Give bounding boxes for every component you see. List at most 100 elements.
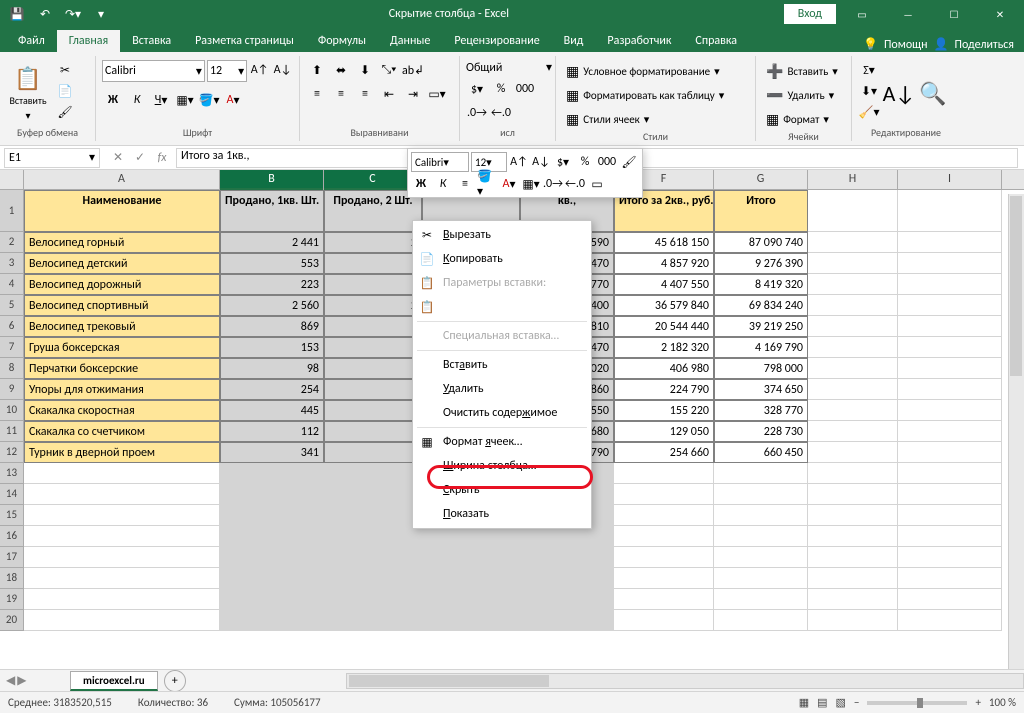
cell[interactable] xyxy=(220,526,324,547)
cell[interactable]: 2 xyxy=(324,232,422,253)
view-normal-icon[interactable]: ▦ xyxy=(799,696,809,709)
cell[interactable] xyxy=(24,505,220,526)
col-header-h[interactable]: H xyxy=(808,170,898,189)
align-bottom-icon[interactable]: ⬇ xyxy=(354,60,376,80)
cell[interactable] xyxy=(422,610,520,631)
cell[interactable]: 39 219 250 xyxy=(714,316,808,337)
cell[interactable] xyxy=(520,589,614,610)
cell[interactable] xyxy=(614,568,714,589)
percent-icon[interactable]: % xyxy=(490,79,512,99)
row-header[interactable]: 18 xyxy=(0,568,24,589)
wrap-text-icon[interactable]: ab↲ xyxy=(402,60,424,80)
cell[interactable] xyxy=(714,484,808,505)
cell[interactable] xyxy=(24,568,220,589)
row-header[interactable]: 6 xyxy=(0,316,24,337)
fill-color-icon[interactable]: 🪣▾ xyxy=(198,90,220,110)
mini-decrease-font-icon[interactable]: A↓ xyxy=(531,152,551,172)
delete-cells-button[interactable]: ➖Удалить▾ xyxy=(762,84,845,106)
cell[interactable] xyxy=(714,610,808,631)
cell[interactable] xyxy=(808,526,898,547)
col-header-g[interactable]: G xyxy=(714,170,808,189)
cell[interactable] xyxy=(808,610,898,631)
row-header[interactable]: 20 xyxy=(0,610,24,631)
cell[interactable] xyxy=(220,568,324,589)
row-header[interactable]: 8 xyxy=(0,358,24,379)
zoom-out-icon[interactable]: − xyxy=(854,696,859,709)
font-size-combo[interactable]: 12▾ xyxy=(207,60,247,82)
mini-italic-icon[interactable]: К xyxy=(433,174,453,194)
cell[interactable] xyxy=(898,484,1002,505)
cell[interactable]: 223 xyxy=(220,274,324,295)
cell[interactable]: 112 xyxy=(220,421,324,442)
cell[interactable] xyxy=(898,526,1002,547)
share-icon[interactable]: 👤 xyxy=(934,37,949,52)
cell[interactable]: Турник в дверной проем xyxy=(24,442,220,463)
cancel-formula-icon[interactable]: ✕ xyxy=(108,148,128,168)
tab-help[interactable]: Справка xyxy=(683,30,749,52)
cell[interactable] xyxy=(24,547,220,568)
cell[interactable] xyxy=(520,568,614,589)
sheet-nav-next-icon[interactable]: ▶ xyxy=(17,673,26,688)
mini-align-icon[interactable]: ≡ xyxy=(455,174,475,194)
cell[interactable] xyxy=(614,484,714,505)
increase-decimal-icon[interactable]: .0→ xyxy=(466,103,488,123)
mini-merge-icon[interactable]: ▭ xyxy=(587,174,607,194)
italic-icon[interactable]: К xyxy=(126,90,148,110)
cell[interactable] xyxy=(324,505,422,526)
number-format-combo[interactable]: Общий▾ xyxy=(466,60,552,75)
cell[interactable]: 660 450 xyxy=(714,442,808,463)
cell[interactable] xyxy=(324,337,422,358)
mini-dec-dec-icon[interactable]: ←.0 xyxy=(565,174,585,194)
decrease-font-icon[interactable]: A↓ xyxy=(272,60,293,80)
zoom-level[interactable]: 100 % xyxy=(989,696,1016,709)
cell[interactable] xyxy=(898,547,1002,568)
cell[interactable] xyxy=(808,295,898,316)
merge-icon[interactable]: ▭▾ xyxy=(426,84,448,104)
maximize-icon[interactable]: ☐ xyxy=(934,0,974,28)
row-header[interactable]: 9 xyxy=(0,379,24,400)
cell[interactable]: 98 xyxy=(220,358,324,379)
cm-cut[interactable]: ✂Вырезать xyxy=(413,223,591,247)
cell[interactable] xyxy=(324,316,422,337)
cell[interactable]: 2 560 xyxy=(220,295,324,316)
row-header[interactable]: 16 xyxy=(0,526,24,547)
cell[interactable]: 2 xyxy=(324,295,422,316)
cell[interactable]: 798 000 xyxy=(714,358,808,379)
cell[interactable]: 406 980 xyxy=(614,358,714,379)
tab-pagelayout[interactable]: Разметка страницы xyxy=(183,30,306,52)
cell[interactable]: 341 xyxy=(220,442,324,463)
cell[interactable] xyxy=(614,610,714,631)
add-sheet-button[interactable]: + xyxy=(164,670,186,692)
cell[interactable]: Велосипед горный xyxy=(24,232,220,253)
col-header-i[interactable]: I xyxy=(898,170,1002,189)
mini-painter-icon[interactable]: 🖌 xyxy=(619,152,639,172)
cell[interactable]: 9 276 390 xyxy=(714,253,808,274)
row-header[interactable]: 2 xyxy=(0,232,24,253)
cell[interactable]: Велосипед спортивный xyxy=(24,295,220,316)
mini-border-icon[interactable]: ▦▾ xyxy=(521,174,541,194)
view-pagelayout-icon[interactable]: ▤ xyxy=(817,696,827,709)
cm-format-cells[interactable]: ▦Формат ячеек… xyxy=(413,430,591,454)
cell[interactable] xyxy=(614,463,714,484)
cell[interactable]: 69 834 240 xyxy=(714,295,808,316)
cell[interactable]: 2 182 320 xyxy=(614,337,714,358)
row-header[interactable]: 10 xyxy=(0,400,24,421)
cell[interactable] xyxy=(324,610,422,631)
cell[interactable] xyxy=(808,442,898,463)
row-header[interactable]: 14 xyxy=(0,484,24,505)
cell[interactable]: 36 579 840 xyxy=(614,295,714,316)
cell[interactable] xyxy=(808,568,898,589)
borders-icon[interactable]: ▦▾ xyxy=(174,90,196,110)
cell[interactable] xyxy=(808,190,898,232)
cell[interactable]: Велосипед детский xyxy=(24,253,220,274)
undo-icon[interactable]: ↶ xyxy=(32,1,58,27)
cell[interactable] xyxy=(24,463,220,484)
mini-bold-icon[interactable]: Ж xyxy=(411,174,431,194)
row-header[interactable]: 7 xyxy=(0,337,24,358)
row-header[interactable]: 19 xyxy=(0,589,24,610)
cell[interactable]: Велосипед трековый xyxy=(24,316,220,337)
cell[interactable] xyxy=(898,505,1002,526)
autosum-icon[interactable]: Σ▾ xyxy=(858,60,880,80)
cell[interactable] xyxy=(808,505,898,526)
currency-icon[interactable]: $▾ xyxy=(466,79,488,99)
